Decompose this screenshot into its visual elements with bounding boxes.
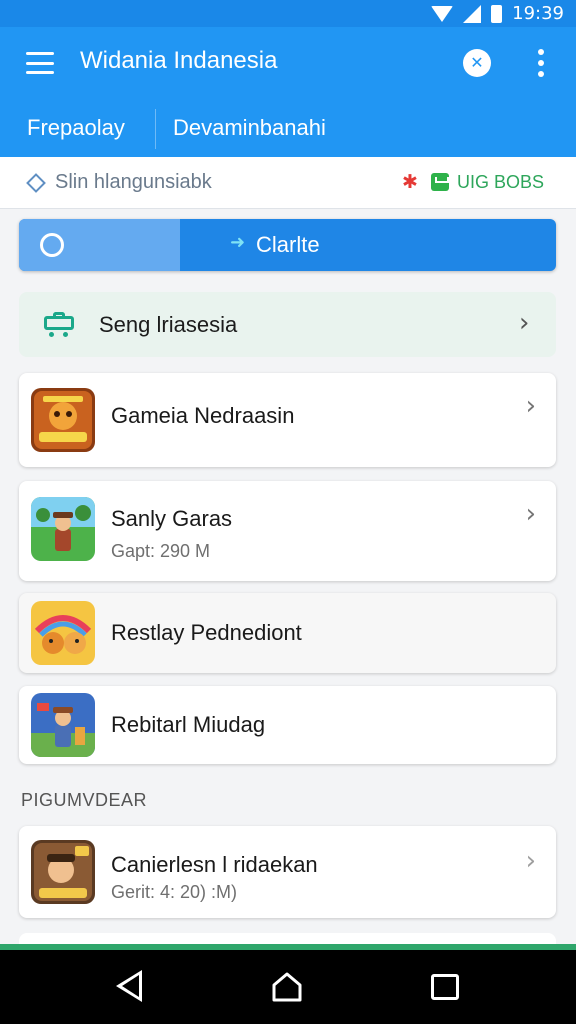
tab-divider — [155, 109, 156, 149]
more-vert-icon[interactable] — [534, 49, 548, 77]
chevron-right-icon: › — [525, 846, 536, 876]
subheader: Slin hlangunsiabk ✱ UIG BOBS — [0, 157, 576, 209]
battery-icon — [491, 4, 503, 23]
radio-circle-icon — [40, 233, 64, 257]
wifi-icon — [431, 5, 454, 22]
diamond-icon — [26, 173, 46, 193]
list-item-title: Sanly Garas — [111, 506, 233, 531]
tab-frepaolay[interactable]: Frepaolay — [27, 115, 125, 141]
list-item-meta: Gerit: 4: 20) :M) — [111, 882, 238, 902]
list-item-title: Restlay Pednediont — [111, 620, 302, 645]
section-header: PIGUMVDEAR — [21, 790, 148, 810]
subheader-left-label[interactable]: Slin hlangunsiabk — [55, 171, 212, 194]
signal-icon — [463, 4, 482, 23]
app-bar: Widania Indanesia ✕ — [0, 27, 576, 99]
app-title: Widania Indanesia — [80, 47, 278, 74]
list-item[interactable]: Restlay Pednediont — [19, 593, 556, 673]
tab-bar: Frepaolay Devaminbanahi — [0, 99, 576, 157]
list-item-meta: Gapt: 290 M — [111, 541, 211, 561]
chevron-right-icon: › — [525, 391, 536, 421]
recent-apps-icon[interactable] — [431, 974, 459, 1000]
back-icon[interactable] — [116, 970, 142, 1002]
list-item-title: Rebitarl Miudag — [111, 712, 266, 737]
status-time: 19:39 — [512, 3, 564, 24]
settings-row[interactable]: Seng lriasesia › — [19, 292, 556, 357]
game-thumbnail — [31, 497, 95, 561]
game-thumbnail — [31, 601, 95, 665]
game-thumbnail — [31, 693, 95, 757]
hamburger-menu-icon[interactable] — [26, 52, 54, 74]
game-thumbnail — [31, 840, 95, 904]
segment-option-left[interactable] — [19, 219, 180, 271]
chevron-right-icon: › — [525, 499, 536, 529]
list-item[interactable]: Canierlesn l ridaekan Gerit: 4: 20) :M) … — [19, 826, 556, 918]
system-nav-bar — [0, 950, 576, 1024]
settings-row-label: Seng lriasesia — [99, 312, 238, 337]
segment-active-label: Clarlte — [256, 232, 320, 257]
tab-devaminbanahi[interactable]: Devaminbanahi — [173, 115, 326, 141]
chevron-right-icon: › — [519, 308, 530, 338]
x-circle-icon[interactable]: ✕ — [463, 49, 491, 77]
list-item[interactable]: Gameia Nedraasin › — [19, 373, 556, 467]
cart-icon — [44, 312, 74, 337]
arrow-right-icon: ➜ — [230, 232, 246, 253]
segment-option-active[interactable]: ➜ Clarlte — [180, 219, 556, 271]
segmented-control: ➜ Clarlte — [19, 219, 556, 271]
game-thumbnail — [31, 388, 95, 452]
list-item-title: Gameia Nedraasin — [111, 403, 295, 428]
list-item-title: Canierlesn l ridaekan — [111, 852, 318, 877]
list-item[interactable]: Sanly Garas Gapt: 290 M › — [19, 481, 556, 581]
status-bar: 19:39 — [0, 0, 576, 27]
download-box-icon[interactable] — [431, 173, 449, 191]
home-icon[interactable] — [270, 970, 304, 1004]
gear-icon[interactable]: ✱ — [402, 171, 418, 193]
list-item[interactable]: Rebitarl Miudag — [19, 686, 556, 764]
subheader-right-label[interactable]: UIG BOBS — [457, 172, 544, 193]
